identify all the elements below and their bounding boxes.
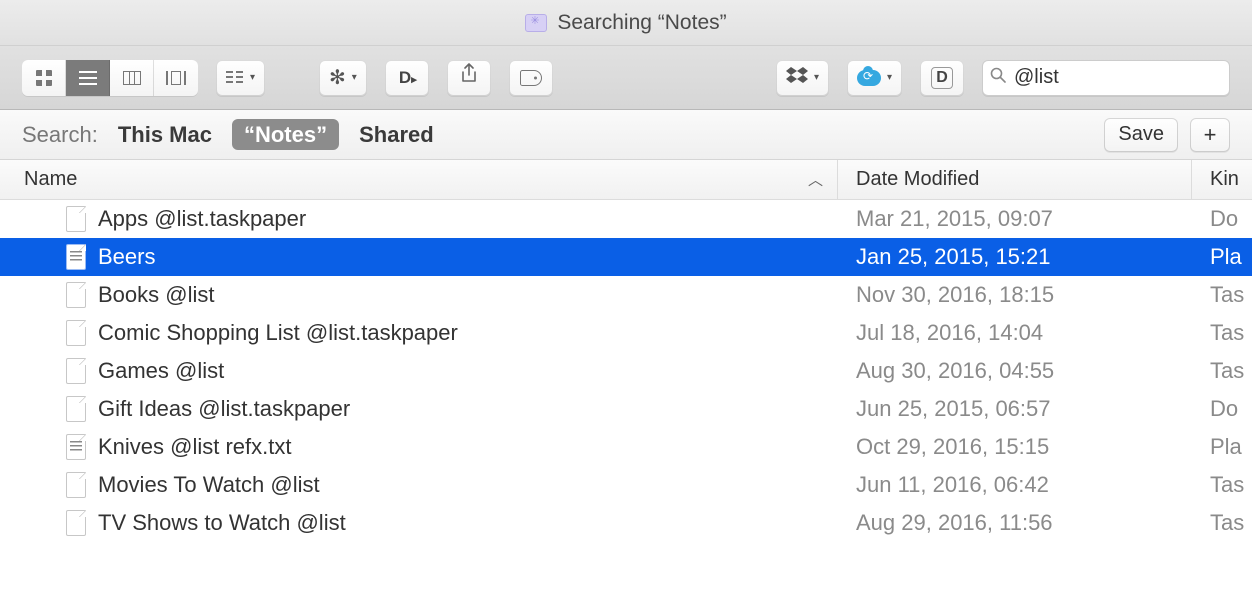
scope-label: Search: <box>22 122 98 148</box>
file-name: TV Shows to Watch @list <box>98 510 346 536</box>
arrange-icon <box>226 71 244 85</box>
file-date: Nov 30, 2016, 18:15 <box>838 282 1192 308</box>
file-kind: Do <box>1192 396 1252 422</box>
view-list-button[interactable] <box>66 60 110 96</box>
document-file-icon <box>66 206 86 232</box>
scope-option[interactable]: “Notes” <box>232 119 339 150</box>
text-file-icon <box>66 434 86 460</box>
column-header-date-label: Date Modified <box>856 168 979 191</box>
table-row[interactable]: Comic Shopping List @list.taskpaper Jul 1… <box>0 314 1252 352</box>
sort-ascending-icon: 〈 <box>805 172 826 187</box>
file-date: Jun 11, 2016, 06:42 <box>838 472 1192 498</box>
file-kind: Do <box>1192 206 1252 232</box>
column-header-name-label: Name <box>24 168 77 191</box>
document-file-icon <box>66 396 86 422</box>
file-kind: Pla <box>1192 244 1252 270</box>
table-row[interactable]: Beers Jan 25, 2015, 15:21Pla <box>0 238 1252 276</box>
save-search-button[interactable]: Save <box>1104 118 1178 152</box>
file-name: Knives @list refx.txt <box>98 434 292 460</box>
table-row[interactable]: Movies To Watch @list Jun 11, 2016, 06:42… <box>0 466 1252 504</box>
list-icon <box>79 71 97 85</box>
add-criteria-button[interactable]: + <box>1190 118 1230 152</box>
document-file-icon <box>66 472 86 498</box>
file-date: Oct 29, 2016, 15:15 <box>838 434 1192 460</box>
arrange-button[interactable]: ▾ <box>216 60 265 96</box>
file-date: Aug 29, 2016, 11:56 <box>838 510 1192 536</box>
column-header-kind[interactable]: Kin <box>1192 160 1252 199</box>
file-kind: Tas <box>1192 510 1252 536</box>
column-header-date[interactable]: Date Modified <box>838 160 1192 199</box>
dropbox-button[interactable]: ▾ <box>776 60 829 96</box>
window-title: Searching “Notes” <box>557 11 726 35</box>
file-name: Books @list <box>98 282 214 308</box>
file-kind: Tas <box>1192 358 1252 384</box>
file-date: Aug 30, 2016, 04:55 <box>838 358 1192 384</box>
search-field[interactable]: ✕ <box>982 60 1230 96</box>
coverflow-icon <box>166 71 186 85</box>
file-date: Jan 25, 2015, 15:21 <box>838 244 1192 270</box>
file-name: Games @list <box>98 358 224 384</box>
file-kind: Tas <box>1192 320 1252 346</box>
d-button[interactable]: D▸ <box>385 60 429 96</box>
share-button[interactable] <box>447 60 491 96</box>
chevron-down-icon: ▾ <box>814 72 819 83</box>
file-kind: Tas <box>1192 472 1252 498</box>
document-file-icon <box>66 510 86 536</box>
view-coverflow-button[interactable] <box>154 60 198 96</box>
document-file-icon <box>66 358 86 384</box>
chevron-down-icon: ▾ <box>250 72 255 83</box>
file-list: Apps @list.taskpaperMar 21, 2015, 09:07D… <box>0 200 1252 542</box>
d-arrow-icon: D▸ <box>399 68 415 88</box>
view-icons-button[interactable] <box>22 60 66 96</box>
chevron-down-icon: ▾ <box>352 72 357 83</box>
columns-icon <box>123 71 141 85</box>
file-date: Jun 25, 2015, 06:57 <box>838 396 1192 422</box>
file-kind: Tas <box>1192 282 1252 308</box>
file-name: Comic Shopping List @list.taskpaper <box>98 320 458 346</box>
scope-bar: Search: This Mac “Notes” Shared Save + <box>0 110 1252 160</box>
search-input[interactable] <box>1014 66 1252 89</box>
file-date: Mar 21, 2015, 09:07 <box>838 206 1192 232</box>
cloud-sync-button[interactable]: ▾ <box>847 60 902 96</box>
file-name: Gift Ideas @list.taskpaper <box>98 396 350 422</box>
text-file-icon <box>66 244 86 270</box>
file-kind: Pla <box>1192 434 1252 460</box>
table-row[interactable]: Apps @list.taskpaper Mar 21, 2015, 09:07D… <box>0 200 1252 238</box>
table-row[interactable]: Books @list Nov 30, 2016, 18:15Tas <box>0 276 1252 314</box>
column-header-name[interactable]: Name 〈 <box>0 160 838 199</box>
action-button[interactable]: ✻ ▾ <box>319 60 367 96</box>
view-columns-button[interactable] <box>110 60 154 96</box>
dropbox-icon <box>786 65 808 91</box>
smart-folder-icon <box>525 14 547 32</box>
table-row[interactable]: Gift Ideas @list.taskpaper Jun 25, 2015, … <box>0 390 1252 428</box>
document-file-icon <box>66 282 86 308</box>
share-icon <box>460 63 478 88</box>
chevron-down-icon: ▾ <box>887 72 892 83</box>
view-mode-group <box>22 60 198 96</box>
gear-icon: ✻ <box>329 68 346 88</box>
file-name: Apps @list.taskpaper <box>98 206 306 232</box>
table-row[interactable]: Knives @list refx.txt Oct 29, 2016, 15:15… <box>0 428 1252 466</box>
d-app-button[interactable]: D <box>920 60 964 96</box>
scope-option[interactable]: Shared <box>359 122 434 147</box>
toolbar: ▾ ✻ ▾ D▸ ▾ ▾ D ✕ <box>0 46 1252 110</box>
document-file-icon <box>66 320 86 346</box>
file-date: Jul 18, 2016, 14:04 <box>838 320 1192 346</box>
grid-icon <box>36 70 52 86</box>
column-header-kind-label: Kin <box>1210 168 1239 191</box>
column-headers: Name 〈 Date Modified Kin <box>0 160 1252 200</box>
titlebar: Searching “Notes” <box>0 0 1252 46</box>
search-icon <box>990 67 1006 88</box>
file-name: Movies To Watch @list <box>98 472 320 498</box>
d-app-icon: D <box>931 67 953 89</box>
cloud-sync-icon <box>857 70 881 86</box>
tags-button[interactable] <box>509 60 553 96</box>
table-row[interactable]: Games @list Aug 30, 2016, 04:55Tas <box>0 352 1252 390</box>
scope-option[interactable]: This Mac <box>118 122 212 147</box>
table-row[interactable]: TV Shows to Watch @list Aug 29, 2016, 11:… <box>0 504 1252 542</box>
tag-icon <box>520 70 542 86</box>
file-name: Beers <box>98 244 155 270</box>
